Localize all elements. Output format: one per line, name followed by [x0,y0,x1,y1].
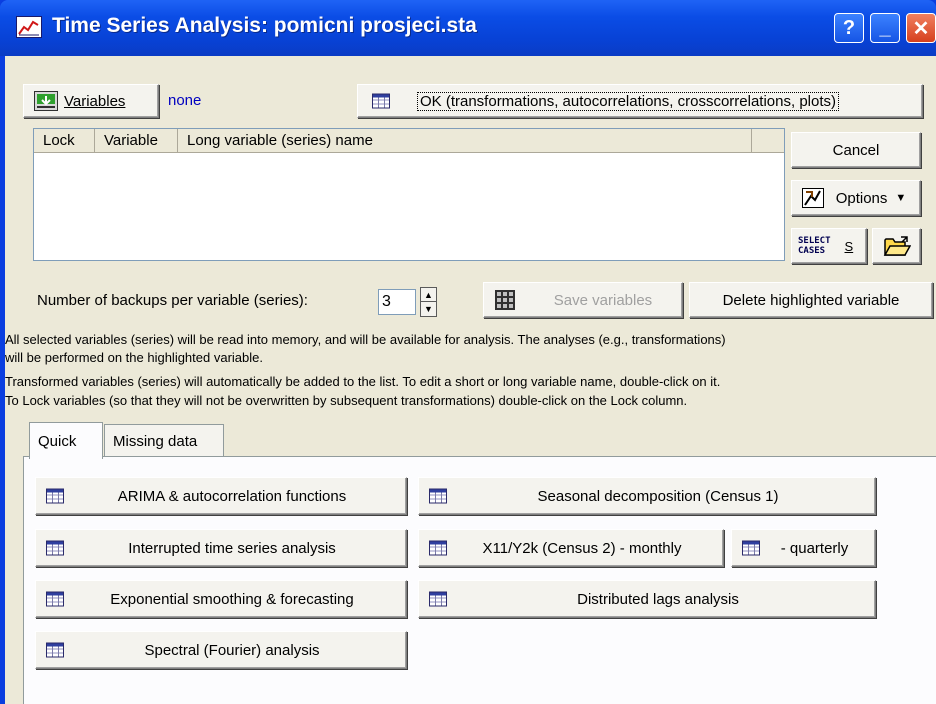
quarterly-label: - quarterly [780,539,849,557]
title-bar[interactable]: Time Series Analysis: pomicni prosjeci.s… [0,0,936,56]
interrupted-label: Interrupted time series analysis [128,539,336,557]
info-line-3: Transformed variables (series) will auto… [5,374,721,389]
select-cases-icon: SELECT CASES [798,236,831,256]
minimize-button[interactable]: _ [870,13,900,43]
spreadsheet-icon [429,591,447,607]
interrupted-time-series-button[interactable]: Interrupted time series analysis [35,529,407,567]
quick-tab-panel: ARIMA & autocorrelation functions Interr… [23,457,936,704]
spinner-up-icon[interactable]: ▲ [421,288,436,302]
spreadsheet-icon [742,540,760,556]
spreadsheet-icon [46,591,64,607]
exponential-label: Exponential smoothing & forecasting [110,590,354,608]
window-title: Time Series Analysis: pomicni prosjeci.s… [52,14,477,37]
x11-monthly-label: X11/Y2k (Census 2) - monthly [482,539,682,557]
open-folder-icon [883,236,911,256]
variables-label: Variables [64,92,126,110]
seasonal-label: Seasonal decomposition (Census 1) [537,487,779,505]
select-cases-s: S [844,238,854,254]
x11-quarterly-button[interactable]: - quarterly [731,529,876,567]
variable-list[interactable]: Lock Variable Long variable (series) nam… [33,128,785,261]
info-line-4: To Lock variables (so that they will not… [5,393,688,408]
spreadsheet-icon [46,642,64,658]
save-variables-button[interactable]: Save variables [483,282,683,318]
exponential-smoothing-button[interactable]: Exponential smoothing & forecasting [35,580,407,618]
arima-button[interactable]: ARIMA & autocorrelation functions [35,477,407,515]
info-line-2: will be performed on the highlighted var… [5,350,263,365]
open-folder-button[interactable] [872,228,921,264]
variables-button[interactable]: Variables [23,84,159,118]
tab-missing-data[interactable]: Missing data [104,424,224,458]
select-cases-button[interactable]: SELECT CASES S [791,228,867,264]
spectral-label: Spectral (Fourier) analysis [144,641,320,659]
arima-label: ARIMA & autocorrelation functions [117,487,347,505]
spinner-down-icon[interactable]: ▼ [421,302,436,316]
options-button[interactable]: Options ▼ [791,180,921,216]
time-series-analysis-window: Time Series Analysis: pomicni prosjeci.s… [0,0,936,704]
backups-input[interactable]: 3 [378,289,416,315]
tab-quick[interactable]: Quick [29,422,103,459]
column-header-long-name[interactable]: Long variable (series) name [178,129,752,152]
cancel-button[interactable]: Cancel [791,132,921,168]
delete-highlighted-button[interactable]: Delete highlighted variable [689,282,933,318]
help-button[interactable]: ? [834,13,864,43]
close-button[interactable]: ✕ [906,13,936,43]
select-cases-line2: CASES [798,246,826,256]
spreadsheet-icon [372,93,390,109]
backups-spinner[interactable]: ▲ ▼ [420,287,437,317]
variables-icon [34,91,58,111]
variables-value: none [168,92,202,109]
x11-monthly-button[interactable]: X11/Y2k (Census 2) - monthly [418,529,724,567]
seasonal-decomposition-button[interactable]: Seasonal decomposition (Census 1) [418,477,876,515]
spreadsheet-icon [429,540,447,556]
save-grid-icon [495,290,515,310]
ok-label: OK (transformations, autocorrelations, c… [417,91,839,111]
distributed-lags-button[interactable]: Distributed lags analysis [418,580,876,618]
select-cases-line1: SELECT [798,236,831,246]
chart-app-icon [16,16,42,38]
spreadsheet-icon [46,540,64,556]
column-header-variable[interactable]: Variable [95,129,178,152]
column-header-lock[interactable]: Lock [34,129,95,152]
spectral-analysis-button[interactable]: Spectral (Fourier) analysis [35,631,407,669]
backups-label: Number of backups per variable (series): [37,292,308,309]
info-line-1: All selected variables (series) will be … [5,332,726,347]
spreadsheet-icon [46,488,64,504]
dropdown-arrow-icon: ▼ [895,192,907,204]
variable-list-header: Lock Variable Long variable (series) nam… [34,129,784,153]
options-icon [802,188,824,208]
dialog-body: Variables none OK (transformations, auto… [5,56,936,704]
ok-button[interactable]: OK (transformations, autocorrelations, c… [357,84,923,118]
save-variables-label: Save variables [553,291,653,309]
options-label: Options [835,189,888,207]
distributed-label: Distributed lags analysis [577,590,739,608]
spreadsheet-icon [429,488,447,504]
